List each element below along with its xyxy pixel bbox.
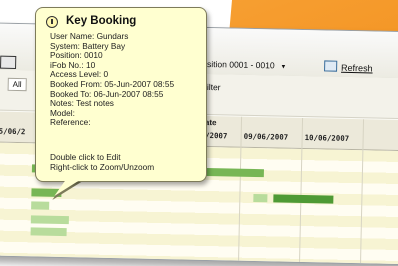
- date-column-header: 5/06/2: [0, 126, 26, 137]
- key-booking-tooltip: Key Booking User Name: Gundars System: B…: [35, 7, 207, 182]
- booking-bar[interactable]: [253, 193, 268, 203]
- all-tab[interactable]: All: [7, 77, 27, 92]
- refresh-icon: [324, 60, 338, 72]
- booking-bar[interactable]: [30, 227, 67, 237]
- tooltip-details: User Name: Gundars System: Battery Bay P…: [50, 31, 174, 128]
- booking-bar[interactable]: [30, 215, 69, 225]
- tooltip-reference: Reference:: [50, 117, 91, 128]
- tooltip-hints: Double click to Edit Right-click to Zoom…: [50, 152, 155, 172]
- date-column-header: 09/06/2007: [243, 131, 289, 142]
- tooltip-hint-zoom: Right-click to Zoom/Unzoom: [50, 161, 155, 172]
- dropdown-chevron-icon: ▾: [281, 63, 286, 71]
- booking-bar[interactable]: [31, 201, 50, 210]
- refresh-button[interactable]: Refresh: [324, 60, 373, 73]
- tooltip-title: Key Booking: [66, 15, 137, 27]
- info-icon: [46, 16, 58, 28]
- date-column-header: 10/06/2007: [304, 133, 350, 143]
- booking-bar[interactable]: [273, 194, 334, 204]
- position-range-label: Position 0001 - 0010: [196, 58, 275, 71]
- window-icon[interactable]: [0, 55, 17, 69]
- refresh-label: Refresh: [341, 62, 373, 74]
